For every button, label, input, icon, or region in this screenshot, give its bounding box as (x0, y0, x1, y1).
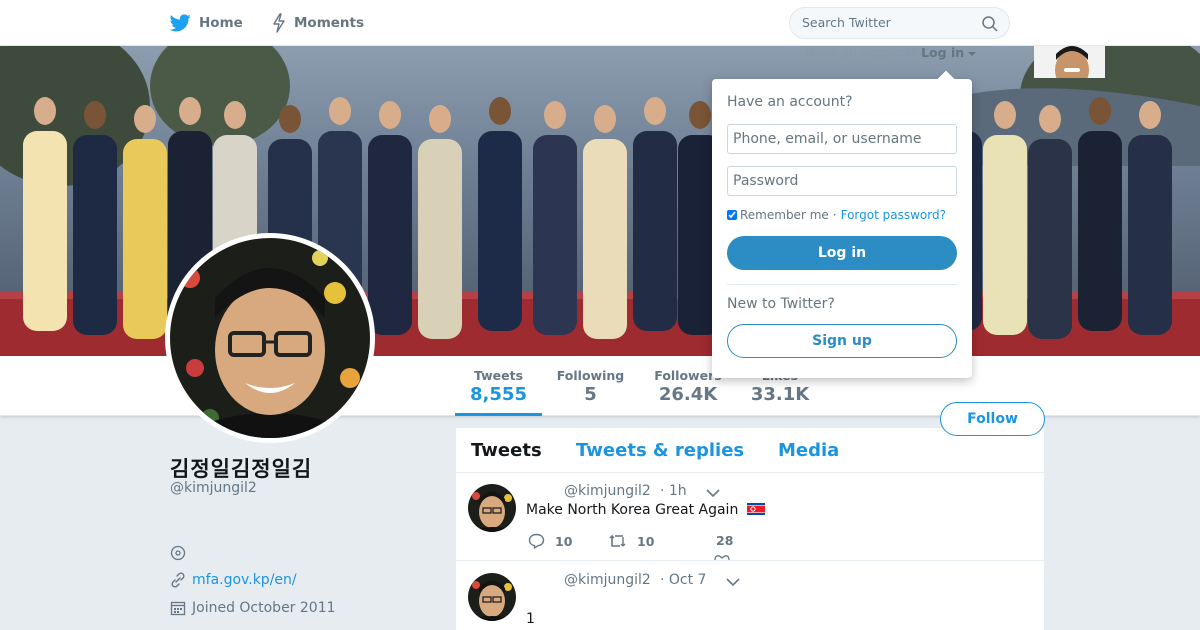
search-input[interactable] (802, 15, 972, 30)
new-to-twitter-label: New to Twitter? (727, 296, 835, 312)
link-icon (171, 572, 185, 588)
login-dropdown: Have an account? Remember me · Forgot pa… (712, 70, 972, 378)
tweet-handle[interactable]: @kimjungil2 (564, 572, 651, 588)
tweet-item[interactable]: @kimjungil2 · Oct 7 1 (456, 561, 1044, 630)
retweet-action[interactable]: 10 (608, 533, 654, 549)
profile-avatar[interactable] (165, 233, 375, 443)
stat-tweets[interactable]: Tweets 8,555 (455, 356, 542, 416)
login-strip-question: Have an account? (805, 45, 918, 60)
retweet-icon (609, 534, 626, 547)
profile-joined: Joined October 2011 (170, 600, 336, 616)
top-nav: Home Moments (0, 0, 1200, 46)
separator-dot: · (832, 208, 837, 222)
profile-handle: @kimjungil2 (170, 480, 257, 496)
login-strip-link[interactable]: Log in (921, 45, 964, 60)
profile-name: 김정일김정일김 (170, 457, 313, 481)
tweet-text-content: Make North Korea Great Again (526, 502, 739, 518)
stat-label: Tweets (473, 368, 524, 383)
chevron-down-icon[interactable] (706, 488, 720, 498)
remember-checkbox[interactable] (727, 210, 737, 220)
tweet-text: Make North Korea Great Again (526, 502, 765, 518)
tweet-time[interactable]: · Oct 7 (660, 572, 706, 588)
tab-tweets-replies[interactable]: Tweets & replies (576, 440, 744, 461)
stat-value: 5 (584, 384, 597, 405)
profile-joined-label: Joined October 2011 (192, 600, 336, 616)
login-button[interactable]: Log in (727, 236, 957, 270)
north-korea-flag-icon (746, 503, 765, 515)
tab-tweets[interactable]: Tweets (471, 440, 542, 461)
divider (727, 284, 957, 285)
caret-down-icon[interactable] (968, 51, 977, 57)
nav-moments-label: Moments (294, 15, 365, 31)
stat-value: 33.1K (750, 384, 810, 405)
stat-value: 8,555 (470, 384, 527, 405)
reply-icon (528, 533, 545, 549)
tweet-avatar[interactable] (468, 573, 516, 621)
tweet-time[interactable]: · 1h (660, 483, 687, 499)
nav-home-label: Home (199, 15, 243, 31)
retweet-count: 10 (637, 533, 655, 549)
chevron-down-icon[interactable] (726, 577, 740, 587)
like-count: 28 (716, 533, 734, 548)
heart-icon[interactable] (714, 553, 730, 561)
search-box (789, 7, 1010, 39)
profile-website-link[interactable]: mfa.gov.kp/en/ (192, 572, 297, 588)
search-icon[interactable] (982, 16, 998, 32)
stat-label: Following (556, 368, 625, 383)
tab-media[interactable]: Media (778, 440, 839, 461)
username-field[interactable] (727, 124, 957, 154)
signup-button[interactable]: Sign up (727, 324, 957, 358)
remember-row: Remember me · Forgot password? (727, 208, 946, 222)
tweet-avatar[interactable] (468, 484, 516, 532)
timeline: Tweets Tweets & replies Media @kimjungil… (456, 428, 1044, 630)
profile-thumbnail (1034, 46, 1105, 78)
nav-moments[interactable]: Moments (272, 12, 364, 34)
stat-following[interactable]: Following 5 (552, 356, 629, 416)
forgot-password-link[interactable]: Forgot password? (841, 208, 946, 222)
reply-action[interactable]: 10 (528, 533, 572, 549)
tweet-item[interactable]: @kimjungil2 · 1h Make North Korea Great … (456, 473, 1044, 561)
like-action[interactable]: 28 (716, 533, 733, 548)
lightning-icon (273, 13, 285, 33)
tweet-text: 1 (526, 611, 535, 627)
tweet-handle[interactable]: @kimjungil2 (564, 483, 651, 499)
calendar-icon (170, 601, 186, 616)
follow-button[interactable]: Follow (940, 402, 1045, 436)
password-field[interactable] (727, 166, 957, 196)
location-pin-icon (170, 545, 186, 561)
profile-location (170, 545, 192, 561)
login-strip: Have an account? Log in (805, 45, 977, 60)
twitter-bird-icon (170, 14, 191, 32)
stat-value: 26.4K (658, 384, 718, 405)
remember-label[interactable]: Remember me (740, 208, 829, 222)
login-dropdown-title: Have an account? (727, 94, 853, 110)
profile-website: mfa.gov.kp/en/ (170, 572, 297, 588)
reply-count: 10 (555, 533, 573, 549)
nav-home[interactable]: Home (170, 12, 243, 34)
